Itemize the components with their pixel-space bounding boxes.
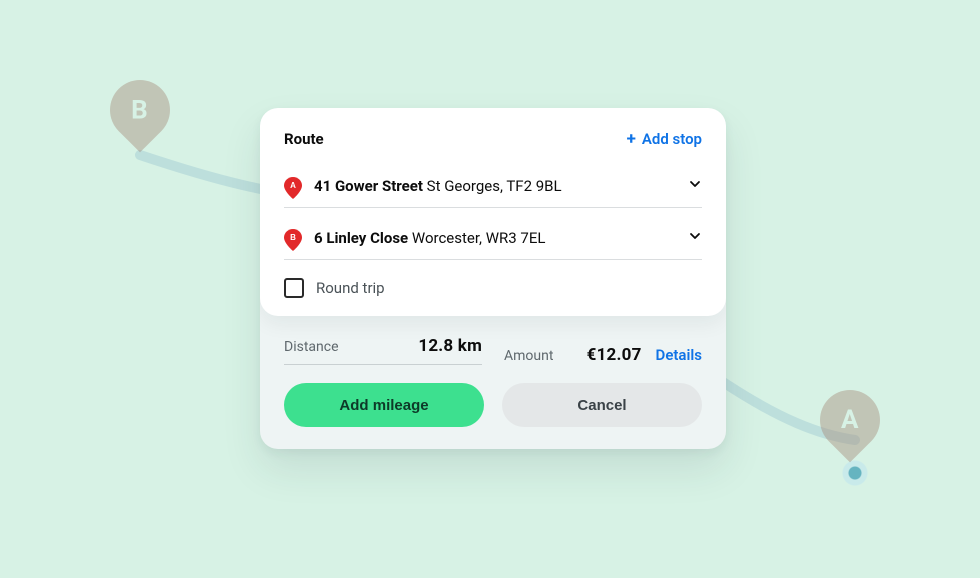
distance-field: Distance 12.8 km (284, 336, 482, 365)
map-pin-b-label: B (131, 95, 148, 125)
route-card-header: Route + Add stop (284, 130, 702, 148)
map-pin-a-label: A (841, 405, 859, 435)
actions-row: Add mileage Cancel (260, 383, 726, 427)
round-trip-checkbox[interactable] (284, 278, 304, 298)
amount-field: Amount €12.07 Details (504, 345, 702, 365)
details-link[interactable]: Details (656, 346, 702, 364)
card-title: Route (284, 130, 324, 148)
route-card: Route + Add stop A 41 Gower Street St Ge… (260, 108, 726, 316)
totals-row: Distance 12.8 km Amount €12.07 Details (260, 316, 726, 383)
stop-address: 41 Gower Street St Georges, TF2 9BL (314, 177, 676, 195)
plus-icon: + (627, 131, 636, 148)
add-stop-label: Add stop (642, 130, 702, 148)
pin-b-icon: B (284, 229, 302, 247)
stop-rest: Worcester, WR3 7EL (412, 229, 546, 247)
add-mileage-button[interactable]: Add mileage (284, 383, 484, 427)
cancel-button[interactable]: Cancel (502, 383, 702, 427)
svg-text:B: B (290, 233, 296, 242)
round-trip-toggle[interactable]: Round trip (284, 278, 702, 298)
pin-a-icon: A (284, 177, 302, 195)
round-trip-label: Round trip (316, 279, 385, 297)
stop-street: 41 Gower Street (314, 177, 423, 195)
map-pin-b-background: B (110, 80, 170, 156)
map-pin-a-background: A (820, 390, 880, 466)
stop-rest: St Georges, TF2 9BL (427, 177, 562, 195)
distance-value: 12.8 km (418, 336, 482, 356)
distance-label: Distance (284, 339, 339, 355)
svg-text:A: A (290, 181, 296, 190)
stop-row[interactable]: A 41 Gower Street St Georges, TF2 9BL (284, 166, 702, 208)
add-stop-button[interactable]: + Add stop (627, 130, 702, 148)
stop-address: 6 Linley Close Worcester, WR3 7EL (314, 229, 676, 247)
chevron-down-icon (688, 228, 702, 247)
mileage-panel: Route + Add stop A 41 Gower Street St Ge… (260, 108, 726, 449)
chevron-down-icon (688, 176, 702, 195)
amount-value: €12.07 (587, 345, 642, 365)
stop-street: 6 Linley Close (314, 229, 408, 247)
stop-row[interactable]: B 6 Linley Close Worcester, WR3 7EL (284, 218, 702, 260)
amount-label: Amount (504, 348, 553, 364)
